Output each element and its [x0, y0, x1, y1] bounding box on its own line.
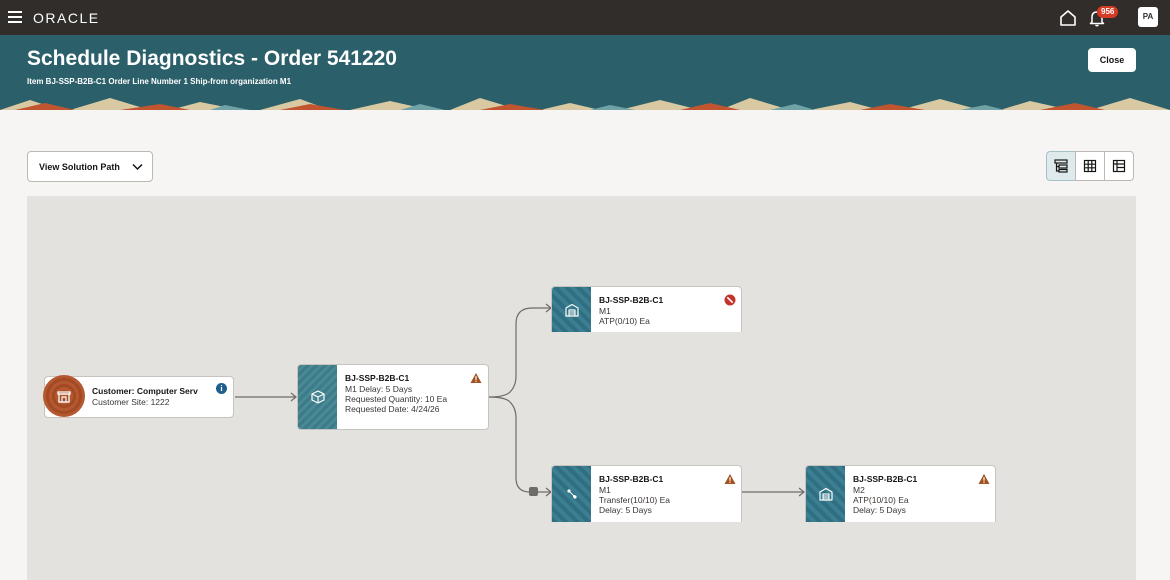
atp-m1-node-text: BJ-SSP-B2B-C1 M1 ATP(0/10) Ea: [599, 295, 663, 326]
atp-m2-node-icon-panel: [806, 466, 845, 522]
view-solution-path-select[interactable]: View Solution Path: [27, 151, 153, 182]
menu-icon[interactable]: [8, 11, 22, 23]
atp-m2-node-title: BJ-SSP-B2B-C1: [853, 474, 918, 484]
atp-m2-node-delay: Delay: 5 Days: [853, 505, 906, 515]
error-icon[interactable]: [724, 294, 736, 306]
transfer-node-title: BJ-SSP-B2B-C1: [599, 474, 664, 484]
warehouse-icon: [818, 487, 833, 501]
transfer-node-delay: Delay: 5 Days: [599, 505, 652, 515]
atp-m2-node[interactable]: BJ-SSP-B2B-C1 M2 ATP(10/10) Ea Delay: 5 …: [805, 465, 996, 522]
warning-icon[interactable]: [470, 372, 482, 384]
table-view-icon: [1112, 159, 1126, 173]
view-select-label: View Solution Path: [39, 161, 120, 172]
transfer-node-org: M1: [599, 485, 611, 495]
info-icon[interactable]: i: [216, 383, 227, 394]
page-subtitle: Item BJ-SSP-B2B-C1 Order Line Number 1 S…: [27, 77, 292, 86]
order-node-icon-panel: [298, 365, 337, 429]
oracle-logo[interactable]: ORACLE: [33, 10, 100, 26]
tree-view-button[interactable]: [1046, 151, 1076, 181]
warehouse-icon: [564, 303, 579, 317]
customer-avatar: [43, 375, 85, 417]
notifications-badge: 956: [1097, 6, 1119, 18]
transfer-icon: [566, 489, 577, 499]
user-avatar[interactable]: PA: [1138, 7, 1158, 27]
transfer-node-text: BJ-SSP-B2B-C1 M1 Transfer(10/10) Ea Dela…: [599, 474, 670, 515]
page-header: Schedule Diagnostics - Order 541220 Item…: [0, 35, 1170, 110]
close-button[interactable]: Close: [1088, 48, 1136, 72]
table-view-button[interactable]: [1104, 151, 1134, 181]
grid-view-button[interactable]: [1075, 151, 1105, 181]
order-node-quantity: Requested Quantity: 10 Ea: [345, 394, 448, 404]
page-title: Schedule Diagnostics - Order 541220: [27, 47, 397, 70]
transfer-node[interactable]: BJ-SSP-B2B-C1 M1 Transfer(10/10) Ea Dela…: [551, 465, 742, 522]
header-decoration: [0, 98, 1170, 110]
customer-node-text: Customer: Computer Serv Customer Site: 1…: [92, 386, 210, 408]
order-node[interactable]: BJ-SSP-B2B-C1 M1 Delay: 5 Days Requested…: [297, 364, 489, 430]
atp-m2-node-text: BJ-SSP-B2B-C1 M2 ATP(10/10) Ea Delay: 5 …: [853, 474, 917, 515]
diagram-canvas[interactable]: Customer: Computer Serv Customer Site: 1…: [27, 196, 1136, 580]
atp-m1-node-icon-panel: [552, 287, 591, 332]
package-icon: [310, 390, 325, 404]
home-icon[interactable]: [1058, 8, 1078, 28]
atp-m2-node-atp: ATP(10/10) Ea: [853, 495, 909, 505]
customer-node-title: Customer: Computer Serv: [92, 386, 198, 396]
grid-view-icon: [1083, 159, 1097, 173]
order-node-title: BJ-SSP-B2B-C1: [345, 373, 410, 383]
customer-node-site: Customer Site: 1222: [92, 397, 170, 407]
atp-m2-node-org: M2: [853, 485, 865, 495]
atp-m1-node-atp: ATP(0/10) Ea: [599, 316, 650, 326]
global-header: ORACLE 956 PA: [0, 0, 1170, 35]
warning-icon[interactable]: [978, 473, 990, 485]
transfer-node-icon-panel: [552, 466, 591, 522]
order-node-delay: M1 Delay: 5 Days: [345, 384, 413, 394]
atp-m1-node-title: BJ-SSP-B2B-C1: [599, 295, 664, 305]
atp-m1-node-org: M1: [599, 306, 611, 316]
warning-icon[interactable]: [724, 473, 736, 485]
atp-m1-node[interactable]: BJ-SSP-B2B-C1 M1 ATP(0/10) Ea: [551, 286, 742, 332]
store-icon: [57, 391, 71, 403]
tree-view-icon: [1054, 159, 1068, 173]
chevron-down-icon: [132, 163, 143, 171]
order-node-date: Requested Date: 4/24/26: [345, 404, 440, 414]
order-node-text: BJ-SSP-B2B-C1 M1 Delay: 5 Days Requested…: [345, 373, 447, 414]
transfer-node-quantity: Transfer(10/10) Ea: [599, 495, 671, 505]
